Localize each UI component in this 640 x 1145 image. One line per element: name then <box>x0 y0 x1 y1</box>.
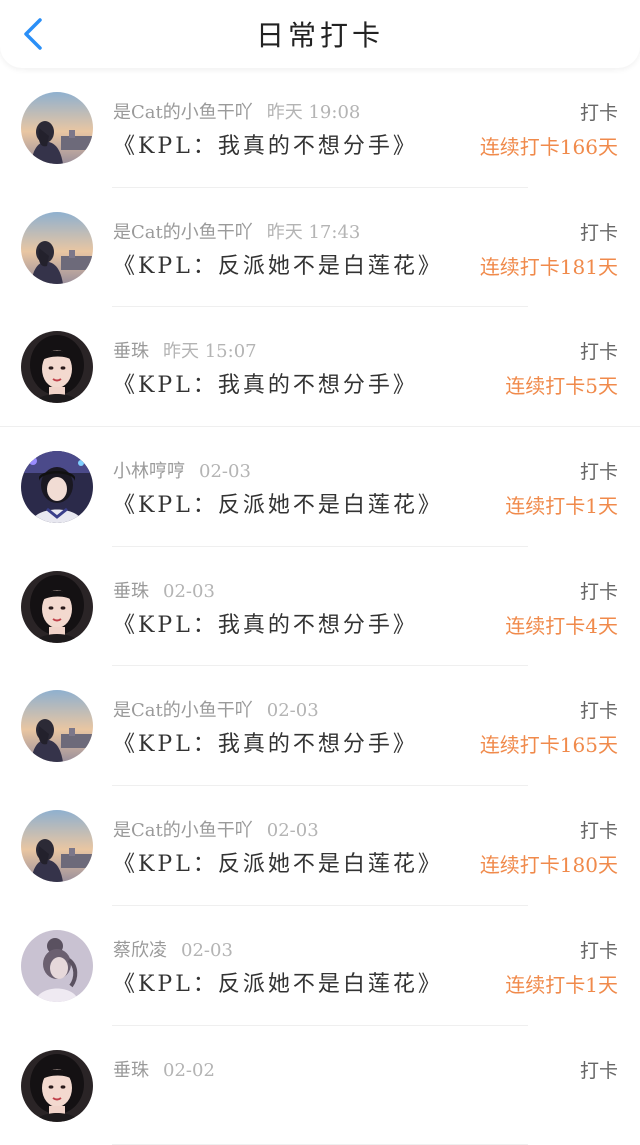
avatar-image <box>21 571 93 643</box>
checkin-label: 打卡 <box>580 98 618 125</box>
timestamp: 02-03 <box>199 461 251 482</box>
avatar-image <box>21 331 93 403</box>
user-name[interactable]: 是Cat的小鱼干吖 <box>113 102 253 123</box>
streak-count: 连续打卡180天 <box>480 849 618 878</box>
avatar[interactable] <box>21 571 93 643</box>
list-item[interactable]: 是Cat的小鱼干吖昨天 19:08 《KPL：我真的不想分手》 打卡 连续打卡1… <box>0 68 640 188</box>
checkin-label: 打卡 <box>580 457 618 484</box>
avatar[interactable] <box>21 451 93 523</box>
avatar-image <box>21 451 93 523</box>
avatar-image <box>21 930 93 1002</box>
streak-count: 连续打卡165天 <box>480 729 618 758</box>
user-name[interactable]: 蔡欣凌 <box>113 940 167 961</box>
checkin-label: 打卡 <box>580 218 618 245</box>
streak-count: 连续打卡5天 <box>505 370 618 399</box>
page-title: 日常打卡 <box>0 14 640 54</box>
list-item[interactable]: 垂珠 02-02 打卡 <box>0 1026 640 1145</box>
checkin-label: 打卡 <box>580 816 618 843</box>
checkin-label: 打卡 <box>580 696 618 723</box>
timestamp: 02-03 <box>267 700 319 721</box>
entry-meta: 蔡欣凌 02-03 <box>113 936 233 962</box>
user-name[interactable]: 是Cat的小鱼干吖 <box>113 222 253 243</box>
list-item[interactable]: 小林哼哼 02-03 《KPL：反派她不是白莲花》 打卡 连续打卡1天 <box>0 427 640 547</box>
book-title[interactable]: 《KPL：反派她不是白莲花》 <box>113 966 443 998</box>
checkin-label: 打卡 <box>580 337 618 364</box>
avatar-image <box>21 810 93 882</box>
list-item[interactable]: 是Cat的小鱼干吖 02-03 《KPL：我真的不想分手》 打卡 连续打卡165天 <box>0 666 640 786</box>
timestamp: 02-02 <box>163 1060 215 1081</box>
book-title[interactable]: 《KPL：我真的不想分手》 <box>113 726 418 758</box>
timestamp: 02-03 <box>181 940 233 961</box>
user-name[interactable]: 是Cat的小鱼干吖 <box>113 700 253 721</box>
book-title[interactable]: 《KPL：我真的不想分手》 <box>113 367 418 399</box>
list-item[interactable]: 垂珠 02-03 《KPL：我真的不想分手》 打卡 连续打卡4天 <box>0 547 640 667</box>
avatar[interactable] <box>21 690 93 762</box>
user-name[interactable]: 垂珠 <box>113 581 149 602</box>
timestamp: 昨天 19:08 <box>267 102 361 123</box>
user-name[interactable]: 是Cat的小鱼干吖 <box>113 820 253 841</box>
checkin-label: 打卡 <box>580 936 618 963</box>
entry-meta: 垂珠 02-02 <box>113 1056 215 1082</box>
user-name[interactable]: 垂珠 <box>113 341 149 362</box>
avatar-image <box>21 92 93 164</box>
user-name[interactable]: 垂珠 <box>113 1060 149 1081</box>
streak-count: 连续打卡4天 <box>505 610 618 639</box>
avatar-image <box>21 1050 93 1122</box>
entry-meta: 垂珠昨天 15:07 <box>113 337 257 363</box>
checkin-label: 打卡 <box>580 577 618 604</box>
entry-meta: 是Cat的小鱼干吖昨天 19:08 <box>113 98 360 124</box>
entry-meta: 是Cat的小鱼干吖 02-03 <box>113 816 319 842</box>
book-title[interactable]: 《KPL：我真的不想分手》 <box>113 607 418 639</box>
list-item[interactable]: 是Cat的小鱼干吖 02-03 《KPL：反派她不是白莲花》 打卡 连续打卡180… <box>0 786 640 906</box>
avatar[interactable] <box>21 810 93 882</box>
checkin-list: 是Cat的小鱼干吖昨天 19:08 《KPL：我真的不想分手》 打卡 连续打卡1… <box>0 68 640 1145</box>
streak-count: 连续打卡166天 <box>480 131 618 160</box>
entry-meta: 是Cat的小鱼干吖昨天 17:43 <box>113 218 360 244</box>
user-name[interactable]: 小林哼哼 <box>113 461 185 482</box>
book-title[interactable]: 《KPL：反派她不是白莲花》 <box>113 248 443 280</box>
timestamp: 昨天 15:07 <box>163 341 257 362</box>
streak-count: 连续打卡1天 <box>505 969 618 998</box>
avatar[interactable] <box>21 92 93 164</box>
checkin-label: 打卡 <box>580 1056 618 1083</box>
avatar[interactable] <box>21 930 93 1002</box>
list-item[interactable]: 垂珠昨天 15:07 《KPL：我真的不想分手》 打卡 连续打卡5天 <box>0 307 640 427</box>
avatar[interactable] <box>21 212 93 284</box>
avatar[interactable] <box>21 331 93 403</box>
list-item[interactable]: 是Cat的小鱼干吖昨天 17:43 《KPL：反派她不是白莲花》 打卡 连续打卡… <box>0 188 640 308</box>
book-title[interactable]: 《KPL：反派她不是白莲花》 <box>113 846 443 878</box>
entry-meta: 小林哼哼 02-03 <box>113 457 251 483</box>
book-title[interactable]: 《KPL：反派她不是白莲花》 <box>113 487 443 519</box>
top-bar: 日常打卡 <box>0 0 640 68</box>
list-item[interactable]: 蔡欣凌 02-03 《KPL：反派她不是白莲花》 打卡 连续打卡1天 <box>0 906 640 1026</box>
streak-count: 连续打卡181天 <box>480 251 618 280</box>
avatar-image <box>21 212 93 284</box>
entry-meta: 垂珠 02-03 <box>113 577 215 603</box>
streak-count: 连续打卡1天 <box>505 490 618 519</box>
timestamp: 02-03 <box>163 581 215 602</box>
avatar-image <box>21 690 93 762</box>
timestamp: 02-03 <box>267 820 319 841</box>
avatar[interactable] <box>21 1050 93 1122</box>
book-title[interactable]: 《KPL：我真的不想分手》 <box>113 128 418 160</box>
timestamp: 昨天 17:43 <box>267 222 361 243</box>
entry-meta: 是Cat的小鱼干吖 02-03 <box>113 696 319 722</box>
